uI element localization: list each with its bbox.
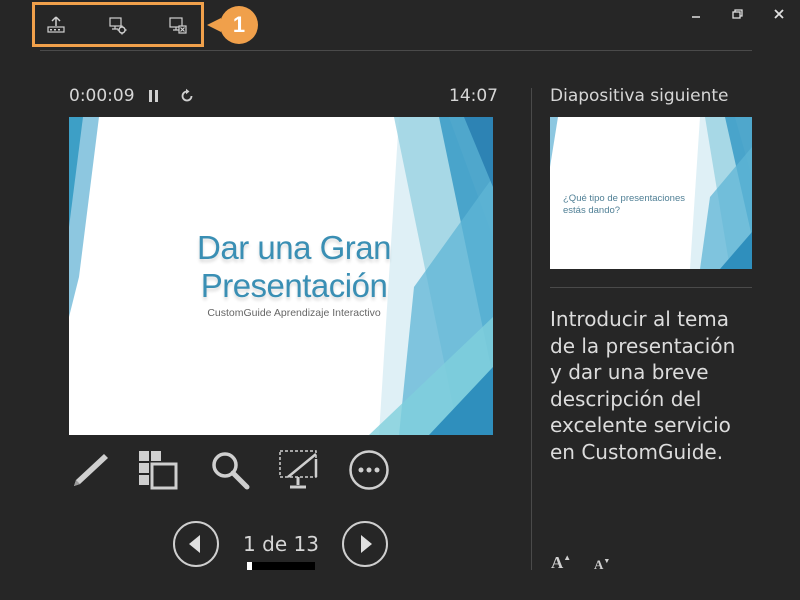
notes-line: descripción del xyxy=(550,386,702,411)
speaker-notes: Introducir al tema de la presentación y … xyxy=(550,306,750,465)
top-divider xyxy=(40,50,752,51)
notes-line: Introducir al tema xyxy=(550,307,729,331)
increase-font-button[interactable]: A▲ xyxy=(551,553,571,573)
next-slide-text: ¿Qué tipo de presentaciones estás dando? xyxy=(563,193,685,216)
minimize-icon[interactable] xyxy=(684,4,708,24)
increase-font-label: A xyxy=(551,553,564,572)
slide-progress-bar xyxy=(247,562,315,570)
pen-icon[interactable] xyxy=(70,450,110,490)
black-screen-icon[interactable] xyxy=(278,449,320,491)
chevron-right-icon xyxy=(361,535,372,553)
pause-icon[interactable] xyxy=(147,88,161,104)
notes-line: en CustomGuide. xyxy=(550,439,724,464)
close-icon[interactable] xyxy=(767,4,791,24)
current-time: 14:07 xyxy=(449,86,498,106)
panel-divider xyxy=(531,88,532,570)
slide-indicator: 1 de 13 xyxy=(243,532,319,556)
presenter-view: 1 0:00:09 14:07 Dar una Gran Presentació… xyxy=(0,0,800,600)
next-slide-label: Diapositiva siguiente xyxy=(550,86,729,106)
decrease-font-label: A xyxy=(594,557,604,572)
restart-timer-icon[interactable] xyxy=(179,88,195,104)
caret-up-icon: ▲ xyxy=(563,553,572,562)
next-slide-thumbnail[interactable]: ¿Qué tipo de presentaciones estás dando? xyxy=(550,117,752,269)
notes-line: de la presentación xyxy=(550,333,736,358)
callout-badge: 1 xyxy=(220,6,258,44)
slide-progress-fill xyxy=(247,562,253,570)
slide-subtitle: CustomGuide Aprendizaje Interactivo xyxy=(207,307,381,319)
slide-title: Dar una Gran Presentación xyxy=(197,229,391,304)
decrease-font-button[interactable]: A▼ xyxy=(594,557,610,573)
callout-highlight xyxy=(32,2,204,47)
next-slide-button[interactable] xyxy=(342,521,388,567)
notes-divider xyxy=(550,287,752,288)
previous-slide-button[interactable] xyxy=(173,521,219,567)
notes-line: y dar una breve xyxy=(550,360,709,384)
more-options-icon[interactable] xyxy=(348,449,390,491)
current-slide[interactable]: Dar una Gran Presentación CustomGuide Ap… xyxy=(69,117,493,435)
notes-line: excelente servicio xyxy=(550,413,731,437)
zoom-icon[interactable] xyxy=(210,450,250,490)
chevron-left-icon xyxy=(189,535,200,553)
elapsed-timer: 0:00:09 xyxy=(69,86,135,106)
callout-pointer xyxy=(207,18,221,32)
see-all-slides-icon[interactable] xyxy=(138,450,180,490)
caret-down-icon: ▼ xyxy=(603,557,611,565)
restore-icon[interactable] xyxy=(725,4,749,24)
